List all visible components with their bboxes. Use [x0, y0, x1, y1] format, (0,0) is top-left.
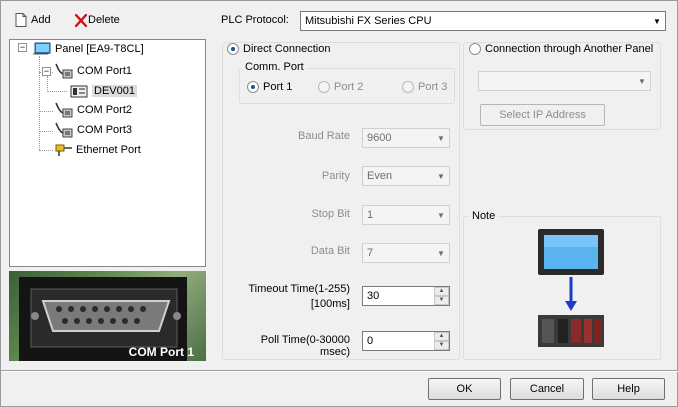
poll-time-label: Poll Time(0-30000 msec)	[260, 334, 350, 358]
baud-rate-select[interactable]: 9600 ▼	[362, 128, 450, 148]
plc-protocol-value: Mitsubishi FX Series CPU	[305, 15, 432, 27]
port2-radio-circle	[318, 81, 330, 93]
chevron-down-icon: ▼	[437, 210, 445, 220]
port-tree[interactable]: − − Panel [EA9-T8CL] COM Port1 DEV001 CO…	[9, 39, 206, 267]
direct-connection-radio[interactable]: Direct Connection	[227, 43, 334, 55]
poll-time-spinbox[interactable]: 0 ▲ ▼	[362, 331, 450, 351]
another-panel-radio[interactable]: Connection through Another Panel	[469, 43, 657, 55]
port-preview-image: COM Port 1	[9, 271, 206, 361]
timeout-label-line2: [100ms]	[310, 298, 350, 310]
baud-rate-value: 9600	[367, 132, 392, 144]
panel-collapse-toggle[interactable]: −	[18, 43, 27, 52]
comm-port-title: Comm. Port	[242, 61, 307, 73]
parity-label: Parity	[321, 170, 350, 182]
ethernet-port-icon	[55, 144, 72, 156]
chevron-down-icon: ▼	[638, 76, 646, 86]
timeout-value: 30	[367, 290, 380, 302]
stop-bit-label: Stop Bit	[311, 208, 350, 220]
tree-item-com-port2[interactable]: COM Port2	[54, 102, 132, 118]
delete-button[interactable]: Delete	[75, 11, 120, 29]
port3-radio[interactable]: Port 3	[402, 81, 447, 93]
tree-label-ethernet-port: Ethernet Port	[76, 144, 141, 156]
plc-protocol-label: PLC Protocol:	[221, 14, 289, 26]
another-panel-radio-circle	[469, 43, 481, 55]
preview-caption: COM Port 1	[128, 345, 194, 359]
com-port-icon	[55, 63, 73, 79]
chevron-down-icon: ▼	[653, 16, 661, 26]
port3-label: Port 3	[418, 81, 448, 93]
data-bit-value: 7	[367, 247, 374, 259]
tree-label-com-port2: COM Port2	[77, 104, 133, 116]
help-button[interactable]: Help	[592, 378, 665, 400]
direct-connection-radio-circle	[227, 43, 239, 55]
chevron-down-icon: ▼	[437, 248, 445, 258]
data-bit-select[interactable]: 7 ▼	[362, 243, 450, 263]
port3-radio-circle	[402, 81, 414, 93]
com-port-icon	[55, 122, 73, 138]
connection-diagram-icon	[538, 229, 604, 347]
cancel-button[interactable]: Cancel	[510, 378, 584, 400]
device-icon	[70, 85, 88, 98]
tree-label-dev001: DEV001	[92, 85, 137, 97]
tree-label-com-port3: COM Port3	[77, 124, 133, 136]
tree-label-com-port1: COM Port1	[77, 65, 133, 77]
tree-item-panel[interactable]: Panel [EA9-T8CL]	[32, 41, 144, 57]
port1-radio[interactable]: Port 1	[247, 81, 292, 93]
poll-time-down-icon[interactable]: ▼	[434, 341, 449, 350]
timeout-up-icon[interactable]: ▲	[434, 287, 449, 296]
poll-time-up-icon[interactable]: ▲	[434, 332, 449, 341]
tree-item-com-port3[interactable]: COM Port3	[54, 122, 132, 138]
port2-radio[interactable]: Port 2	[318, 81, 363, 93]
note-title: Note	[469, 210, 499, 222]
port2-label: Port 2	[334, 81, 364, 93]
timeout-spinbox[interactable]: 30 ▲ ▼	[362, 286, 450, 306]
add-label: Add	[31, 14, 51, 26]
another-panel-label: Connection through Another Panel	[485, 43, 654, 55]
baud-rate-label: Baud Rate	[298, 130, 350, 142]
another-panel-select[interactable]: ▼	[478, 71, 651, 91]
plc-protocol-select[interactable]: Mitsubishi FX Series CPU ▼	[300, 11, 666, 31]
parity-value: Even	[367, 170, 393, 182]
ok-button[interactable]: OK	[428, 378, 501, 400]
parity-select[interactable]: Even ▼	[362, 166, 450, 186]
add-button[interactable]: Add	[15, 11, 51, 29]
direct-connection-label: Direct Connection	[243, 43, 331, 55]
com-port1-collapse-toggle[interactable]: −	[42, 67, 51, 76]
add-icon	[15, 13, 27, 27]
stop-bit-select[interactable]: 1 ▼	[362, 205, 450, 225]
timeout-down-icon[interactable]: ▼	[434, 296, 449, 305]
footer-separator	[1, 370, 678, 372]
delete-label: Delete	[88, 14, 120, 26]
tree-item-dev001[interactable]: DEV001	[70, 83, 137, 99]
chevron-down-icon: ▼	[437, 133, 445, 143]
plc-settings-dialog: Add Delete − − Panel [EA9-T8CL] COM Port…	[0, 0, 678, 407]
tree-label-panel: Panel [EA9-T8CL]	[55, 43, 144, 55]
stop-bit-value: 1	[367, 209, 374, 221]
timeout-label: Timeout Time(1-255) [100ms]	[229, 282, 350, 312]
port1-label: Port 1	[263, 81, 293, 93]
com-port-icon	[55, 102, 73, 118]
tree-item-com-port1[interactable]: COM Port1	[54, 63, 132, 79]
chevron-down-icon: ▼	[437, 171, 445, 181]
select-ip-address-button[interactable]: Select IP Address	[480, 104, 605, 126]
tree-item-ethernet-port[interactable]: Ethernet Port	[54, 142, 141, 158]
port1-radio-circle	[247, 81, 259, 93]
poll-time-value: 0	[367, 335, 374, 347]
delete-icon	[75, 13, 87, 27]
panel-icon	[33, 42, 51, 55]
timeout-label-line1: Timeout Time(1-255)	[248, 283, 350, 295]
data-bit-label: Data Bit	[310, 245, 350, 257]
